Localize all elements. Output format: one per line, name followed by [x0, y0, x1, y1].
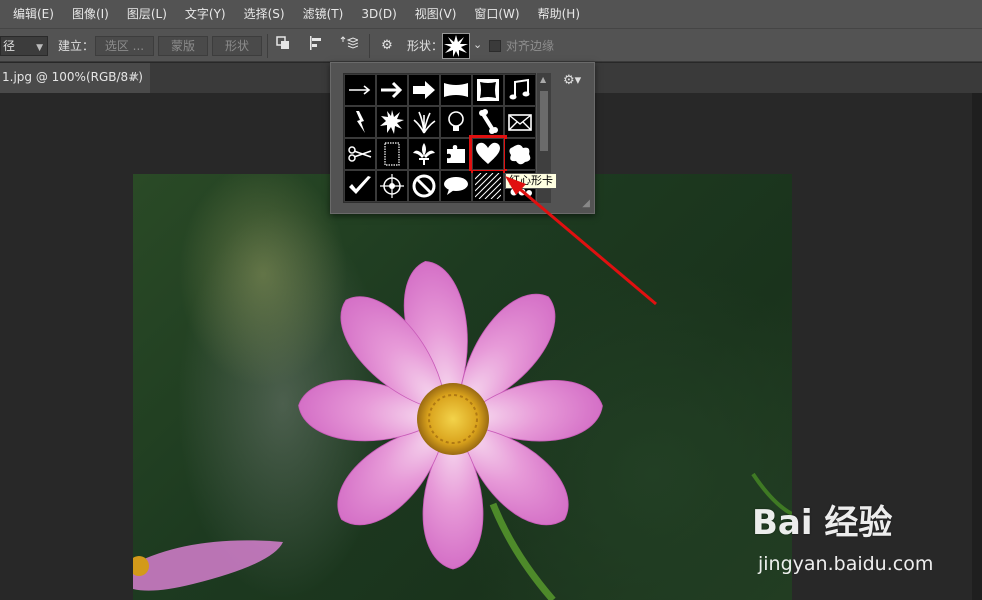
burst-icon	[380, 110, 404, 134]
separator	[267, 34, 268, 58]
arrow-fat-icon	[413, 81, 435, 99]
document-tab[interactable]: 1.jpg @ 100%(RGB/8#) ×	[0, 63, 150, 93]
gear-icon[interactable]: ⚙▾	[563, 73, 581, 88]
path-operations-icon[interactable]	[272, 36, 294, 56]
shape-cell[interactable]	[409, 75, 439, 105]
shape-preview[interactable]	[442, 33, 470, 59]
menu-bar: 编辑(E) 图像(I) 图层(L) 文字(Y) 选择(S) 滤镜(T) 3D(D…	[0, 0, 982, 28]
resize-grip-icon[interactable]: ◢	[582, 198, 590, 209]
shape-cell[interactable]	[377, 139, 407, 169]
document-tab-title: 1.jpg @ 100%(RGB/8#)	[2, 70, 143, 84]
align-edges-checkbox[interactable]	[489, 40, 501, 52]
frame-rect-icon	[384, 142, 400, 166]
banner-icon	[444, 83, 468, 97]
heart-card-icon	[476, 142, 500, 164]
chevron-down-icon[interactable]: ⌄	[473, 38, 482, 51]
shape-cell[interactable]	[345, 107, 375, 137]
scissors-icon	[348, 146, 372, 162]
mode-select-value: 径	[3, 39, 16, 53]
selection-button[interactable]: 选区 ...	[95, 36, 154, 56]
shape-cell[interactable]	[409, 139, 439, 169]
burst-icon	[444, 35, 468, 57]
arrow-thin-icon	[349, 85, 371, 95]
menu-view[interactable]: 视图(V)	[406, 0, 466, 28]
gear-icon[interactable]: ⚙	[376, 36, 398, 56]
scroll-up-icon[interactable]: ▲	[540, 75, 546, 84]
menu-layer[interactable]: 图层(L)	[118, 0, 176, 28]
speech-bubble-icon	[444, 177, 468, 195]
shape-cell[interactable]	[441, 139, 471, 169]
target-icon	[380, 174, 404, 198]
fleur-de-lis-icon	[413, 143, 435, 165]
shape-cell[interactable]	[441, 171, 471, 201]
shape-picker-panel: ▲ ⚙▾ ◢	[330, 62, 595, 214]
menu-type[interactable]: 文字(Y)	[176, 0, 235, 28]
path-alignment-icon[interactable]	[305, 36, 327, 56]
shape-cell-heart-card[interactable]	[469, 135, 507, 173]
arrow-bold-icon	[381, 81, 403, 99]
document-image[interactable]	[133, 174, 792, 600]
blob-icon	[509, 144, 531, 165]
menu-window[interactable]: 窗口(W)	[465, 0, 528, 28]
shape-cell[interactable]	[505, 75, 535, 105]
shape-cell[interactable]	[377, 107, 407, 137]
menu-edit[interactable]: 编辑(E)	[4, 0, 63, 28]
bone-icon	[479, 109, 498, 134]
music-note-icon	[509, 78, 530, 100]
shape-tooltip: 红心形卡	[505, 173, 557, 189]
shape-cell[interactable]	[345, 75, 375, 105]
mode-select[interactable]: 径 ▼	[0, 36, 48, 56]
shape-cell[interactable]	[473, 171, 503, 201]
scrollbar-thumb[interactable]	[540, 91, 548, 151]
shape-cell[interactable]	[441, 75, 471, 105]
shape-cell[interactable]	[409, 171, 439, 201]
shape-cell[interactable]	[345, 171, 375, 201]
watermark-logo: Bai 经验	[752, 503, 893, 543]
grass-icon	[413, 111, 436, 134]
hatch-icon	[475, 173, 501, 199]
menu-filter[interactable]: 滤镜(T)	[294, 0, 353, 28]
baidu-jingyan-watermark: Bai 经验 jingyan.baidu.com	[752, 495, 977, 585]
cosmos-flower-image	[133, 261, 792, 600]
build-label: 建立：	[58, 39, 95, 53]
shape-cell[interactable]	[505, 139, 535, 169]
checkmark-icon	[349, 176, 371, 194]
frame-icon	[477, 79, 499, 101]
shape-cell[interactable]	[441, 107, 471, 137]
menu-image[interactable]: 图像(I)	[63, 0, 118, 28]
chevron-down-icon: ▼	[36, 43, 43, 53]
menu-3d[interactable]: 3D(D)	[352, 0, 405, 28]
no-sign-icon	[412, 174, 436, 198]
mask-button[interactable]: 蒙版	[158, 36, 208, 56]
align-edges-label: 对齐边缘	[506, 39, 555, 53]
separator	[369, 34, 370, 58]
shape-cell[interactable]	[409, 107, 439, 137]
shape-cell[interactable]	[377, 171, 407, 201]
lightning-icon	[356, 111, 365, 133]
shape-cell[interactable]	[345, 139, 375, 169]
path-arrangement-icon[interactable]	[338, 36, 360, 56]
shape-cell[interactable]	[473, 75, 503, 105]
menu-help[interactable]: 帮助(H)	[529, 0, 589, 28]
shape-cell[interactable]	[473, 107, 503, 137]
options-bar: 径 ▼ 建立： 选区 ... 蒙版 形状 ⚙ 形状： ⌄ 对齐边缘	[0, 28, 982, 62]
close-icon[interactable]: ×	[130, 63, 140, 91]
lightbulb-icon	[448, 111, 464, 131]
shape-cell[interactable]	[377, 75, 407, 105]
shape-cell[interactable]	[505, 107, 535, 137]
shape-label: 形状：	[407, 39, 444, 53]
shape-button[interactable]: 形状	[212, 36, 262, 56]
watermark-url: jingyan.baidu.com	[758, 553, 934, 575]
puzzle-icon	[447, 145, 465, 163]
menu-select[interactable]: 选择(S)	[235, 0, 294, 28]
envelope-icon	[508, 114, 532, 131]
